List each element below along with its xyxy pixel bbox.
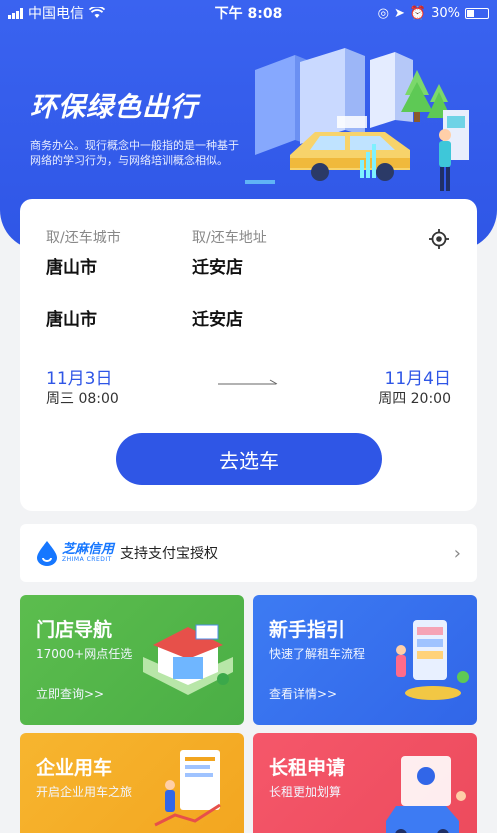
long-rental-illustration [386,756,466,833]
tile-title: 新手指引 [269,619,346,641]
tile-link[interactable]: 立即查询>> [36,685,104,702]
store-illustration [143,624,233,695]
carrier-label: 中国电信 [28,6,84,22]
tile-subtitle: 开启企业用车之旅 [36,785,133,799]
battery-icon [465,7,489,19]
locate-icon[interactable] [429,229,449,249]
pickup-store[interactable]: 迁安店 [192,253,243,278]
return-time[interactable]: 周四 20:00 [378,388,451,408]
return-store[interactable]: 迁安店 [192,305,243,330]
zhima-brand: 芝麻信用 [62,542,115,557]
zhima-auth-text: 支持支付宝授权 [120,546,219,562]
return-date[interactable]: 11月4日 [385,364,451,389]
arrow-right-icon [218,379,278,385]
tile-subtitle: 快速了解租车流程 [269,647,366,661]
status-bar: 中国电信 下午 8:08 ◎ ➤ ⏰ 30% [0,0,497,26]
tile-beginner-guide[interactable]: 新手指引 快速了解租车流程 查看详情>> [253,595,477,725]
hero-title: 环保绿色出行 [30,92,198,123]
alarm-icon: ⏰ [409,5,427,21]
zhima-logo: 芝麻信用 ZHIMA CREDIT [36,540,114,566]
booking-card: 取/还车城市 取/还车地址 唐山市 迁安店 唐山市 迁安店 11月3日 周三 0… [20,199,477,511]
chevron-right-icon: › [453,542,461,564]
zhima-drop-icon [37,541,57,566]
tile-subtitle: 长租更加划算 [269,785,342,799]
clock: 下午 8:08 [214,6,283,22]
battery-percent: 30% [431,5,460,21]
tile-link[interactable]: 查看详情>> [269,685,337,702]
pickup-time[interactable]: 周三 08:00 [46,388,119,408]
tile-title: 企业用车 [36,757,113,779]
hero-description: 商务办公。现行概念中一般指的是一种基于网络的学习行为，与网络培训概念相似。 [30,139,239,167]
select-car-button[interactable]: 去选车 [116,433,382,485]
tile-store-navigation[interactable]: 门店导航 17000+网点任选 立即查询>> [20,595,244,725]
tile-long-term-rental[interactable]: 长租申请 长租更加划算 [253,733,477,833]
location-arrow-icon: ➤ [394,5,405,21]
pickup-city[interactable]: 唐山市 [46,253,97,278]
zhima-brand-en: ZHIMA CREDIT [62,556,112,563]
lock-rotation-icon: ◎ [377,5,389,21]
address-label: 取/还车地址 [192,230,267,246]
zhima-credit-row[interactable]: 芝麻信用 ZHIMA CREDIT 支持支付宝授权 › [20,524,477,582]
tile-subtitle: 17000+网点任选 [36,647,133,661]
pickup-date[interactable]: 11月3日 [46,364,112,389]
corporate-illustration [154,750,221,827]
return-city[interactable]: 唐山市 [46,305,97,330]
tile-corporate-rental[interactable]: 企业用车 开启企业用车之旅 [20,733,244,833]
tile-title: 长租申请 [269,757,346,779]
city-label: 取/还车城市 [46,230,121,246]
phone-guide-illustration [396,620,469,700]
wifi-icon [89,7,105,18]
signal-icon [8,7,23,19]
city-car-illustration [245,48,469,191]
tile-title: 门店导航 [36,619,113,641]
